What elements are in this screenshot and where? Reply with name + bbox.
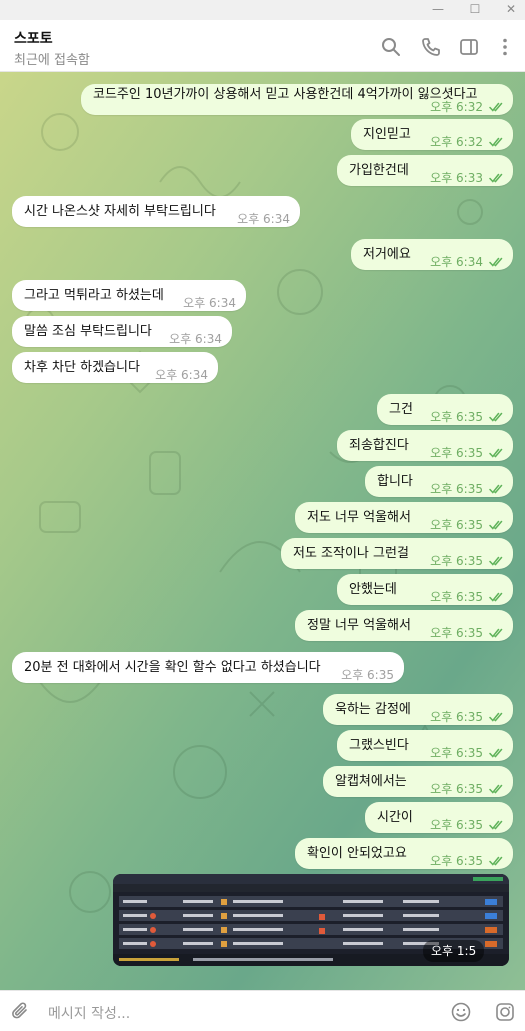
- message-text: 20분 전 대화에서 시간을 확인 할수 없다고 하셨습니다: [24, 660, 321, 675]
- message-composer: 메시지 작성...: [0, 990, 525, 1031]
- read-checkmark-icon: [489, 556, 503, 566]
- image-message[interactable]: 오후 1:5: [113, 874, 509, 966]
- message-time: 오후 6:34: [237, 212, 290, 226]
- read-checkmark-icon: [489, 592, 503, 602]
- message-input[interactable]: 메시지 작성...: [48, 1003, 130, 1023]
- image-message-time: 오후 1:5: [423, 940, 485, 962]
- outgoing-message[interactable]: 저도 너무 억울해서오후 6:35: [295, 502, 513, 533]
- outgoing-message[interactable]: 시간이오후 6:35: [365, 802, 513, 833]
- read-checkmark-icon: [489, 173, 503, 183]
- outgoing-message[interactable]: 코드주인 10년가까이 상용해서 믿고 사용한건데 4억가까이 잃으셧다고 오후 …: [81, 84, 513, 115]
- message-time: 오후 6:35: [430, 590, 483, 604]
- message-text: 차후 차단 하겠습니다: [24, 360, 140, 375]
- maximize-button[interactable]: ☐: [457, 0, 493, 20]
- message-text: 그라고 먹튀라고 하셨는데: [24, 288, 164, 303]
- read-checkmark-icon: [489, 484, 503, 494]
- message-text: 합니다: [377, 474, 413, 489]
- message-time: 오후 6:34: [169, 332, 222, 346]
- outgoing-message[interactable]: 합니다오후 6:35: [365, 466, 513, 497]
- message-time: 오후 6:34: [155, 368, 208, 382]
- message-text: 저거에요: [363, 247, 411, 262]
- message-time: 오후 6:35: [430, 818, 483, 832]
- phone-icon[interactable]: [420, 36, 442, 58]
- message-time: 오후 6:34: [430, 255, 483, 269]
- incoming-message[interactable]: 시간 나온스샷 자세히 부탁드립니다오후 6:34: [12, 196, 300, 227]
- read-checkmark-icon: [489, 448, 503, 458]
- more-menu-icon[interactable]: [494, 36, 516, 58]
- incoming-message[interactable]: 그라고 먹튀라고 하셨는데오후 6:34: [12, 280, 246, 311]
- close-button[interactable]: ✕: [493, 0, 525, 20]
- minimize-button[interactable]: —: [420, 0, 456, 20]
- message-time: 오후 6:35: [341, 668, 394, 682]
- message-time: 오후 6:33: [430, 171, 483, 185]
- chat-area[interactable]: 코드주인 10년가까이 상용해서 믿고 사용한건데 4억가까이 잃으셧다고 오후 …: [0, 72, 525, 990]
- outgoing-message[interactable]: 그건오후 6:35: [377, 394, 513, 425]
- sidebar-toggle-icon[interactable]: [458, 36, 480, 58]
- message-time: 오후 6:32: [430, 135, 483, 149]
- outgoing-message[interactable]: 죄송합진다오후 6:35: [337, 430, 513, 461]
- attach-icon[interactable]: [10, 1001, 32, 1023]
- read-checkmark-icon: [489, 412, 503, 422]
- message-time: 오후 6:35: [430, 446, 483, 460]
- read-checkmark-icon: [489, 257, 503, 267]
- outgoing-message[interactable]: 욱하는 감정에오후 6:35: [323, 694, 513, 725]
- message-text: 시간이: [377, 810, 413, 825]
- chat-title[interactable]: 스포토: [14, 28, 53, 48]
- read-checkmark-icon: [489, 748, 503, 758]
- outgoing-message[interactable]: 저도 조작이나 그런걸오후 6:35: [281, 538, 513, 569]
- message-text: 확인이 안되었고요: [307, 846, 407, 861]
- read-checkmark-icon: [489, 102, 503, 112]
- message-time: 오후 6:35: [430, 626, 483, 640]
- message-text: 코드주인 10년가까이 상용해서 믿고 사용한건데 4억가까이 잃으셧다고: [93, 87, 478, 102]
- outgoing-message[interactable]: 저거에요오후 6:34: [351, 239, 513, 270]
- message-text: 그건: [389, 402, 413, 417]
- window-titlebar: — ☐ ✕: [0, 0, 525, 20]
- read-checkmark-icon: [489, 628, 503, 638]
- message-time: 오후 6:35: [430, 710, 483, 724]
- read-checkmark-icon: [489, 784, 503, 794]
- message-text: 그랬스빈다: [349, 738, 409, 753]
- message-time: 오후 6:34: [183, 296, 236, 310]
- emoji-icon[interactable]: [450, 1001, 472, 1023]
- message-text: 지인믿고: [363, 127, 411, 142]
- message-text: 안했는데: [349, 582, 397, 597]
- read-checkmark-icon: [489, 856, 503, 866]
- message-time: 오후 6:32: [430, 100, 483, 114]
- message-time: 오후 6:35: [430, 782, 483, 796]
- message-text: 저도 너무 억울해서: [307, 510, 411, 525]
- message-time: 오후 6:35: [430, 746, 483, 760]
- chat-status: 최근에 접속함: [14, 53, 90, 68]
- message-time: 오후 6:35: [430, 518, 483, 532]
- message-time: 오후 6:35: [430, 410, 483, 424]
- incoming-message[interactable]: 말씀 조심 부탁드립니다오후 6:34: [12, 316, 232, 347]
- outgoing-message[interactable]: 안했는데오후 6:35: [337, 574, 513, 605]
- outgoing-message[interactable]: 확인이 안되었고요오후 6:35: [295, 838, 513, 869]
- message-text: 시간 나온스샷 자세히 부탁드립니다: [24, 204, 216, 219]
- search-icon[interactable]: [380, 36, 402, 58]
- message-text: 욱하는 감정에: [335, 702, 411, 717]
- chat-header: 스포토 최근에 접속함: [0, 20, 525, 72]
- outgoing-message[interactable]: 지인믿고오후 6:32: [351, 119, 513, 150]
- read-checkmark-icon: [489, 820, 503, 830]
- read-checkmark-icon: [489, 712, 503, 722]
- outgoing-message[interactable]: 알캡쳐에서는오후 6:35: [323, 766, 513, 797]
- outgoing-message[interactable]: 그랬스빈다오후 6:35: [337, 730, 513, 761]
- message-text: 말씀 조심 부탁드립니다: [24, 324, 152, 339]
- message-time: 오후 6:35: [430, 554, 483, 568]
- outgoing-message[interactable]: 정말 너무 억울해서오후 6:35: [295, 610, 513, 641]
- message-text: 알캡쳐에서는: [335, 774, 407, 789]
- incoming-message[interactable]: 차후 차단 하겠습니다오후 6:34: [12, 352, 218, 383]
- message-text: 정말 너무 억울해서: [307, 618, 411, 633]
- read-checkmark-icon: [489, 137, 503, 147]
- outgoing-message[interactable]: 가입한건데오후 6:33: [337, 155, 513, 186]
- message-time: 오후 6:35: [430, 854, 483, 868]
- message-text: 가입한건데: [349, 163, 409, 178]
- camera-icon[interactable]: [494, 1001, 516, 1023]
- incoming-message[interactable]: 20분 전 대화에서 시간을 확인 할수 없다고 하셨습니다오후 6:35: [12, 652, 404, 683]
- message-time: 오후 6:35: [430, 482, 483, 496]
- read-checkmark-icon: [489, 520, 503, 530]
- message-text: 저도 조작이나 그런걸: [293, 546, 409, 561]
- message-text: 죄송합진다: [349, 438, 409, 453]
